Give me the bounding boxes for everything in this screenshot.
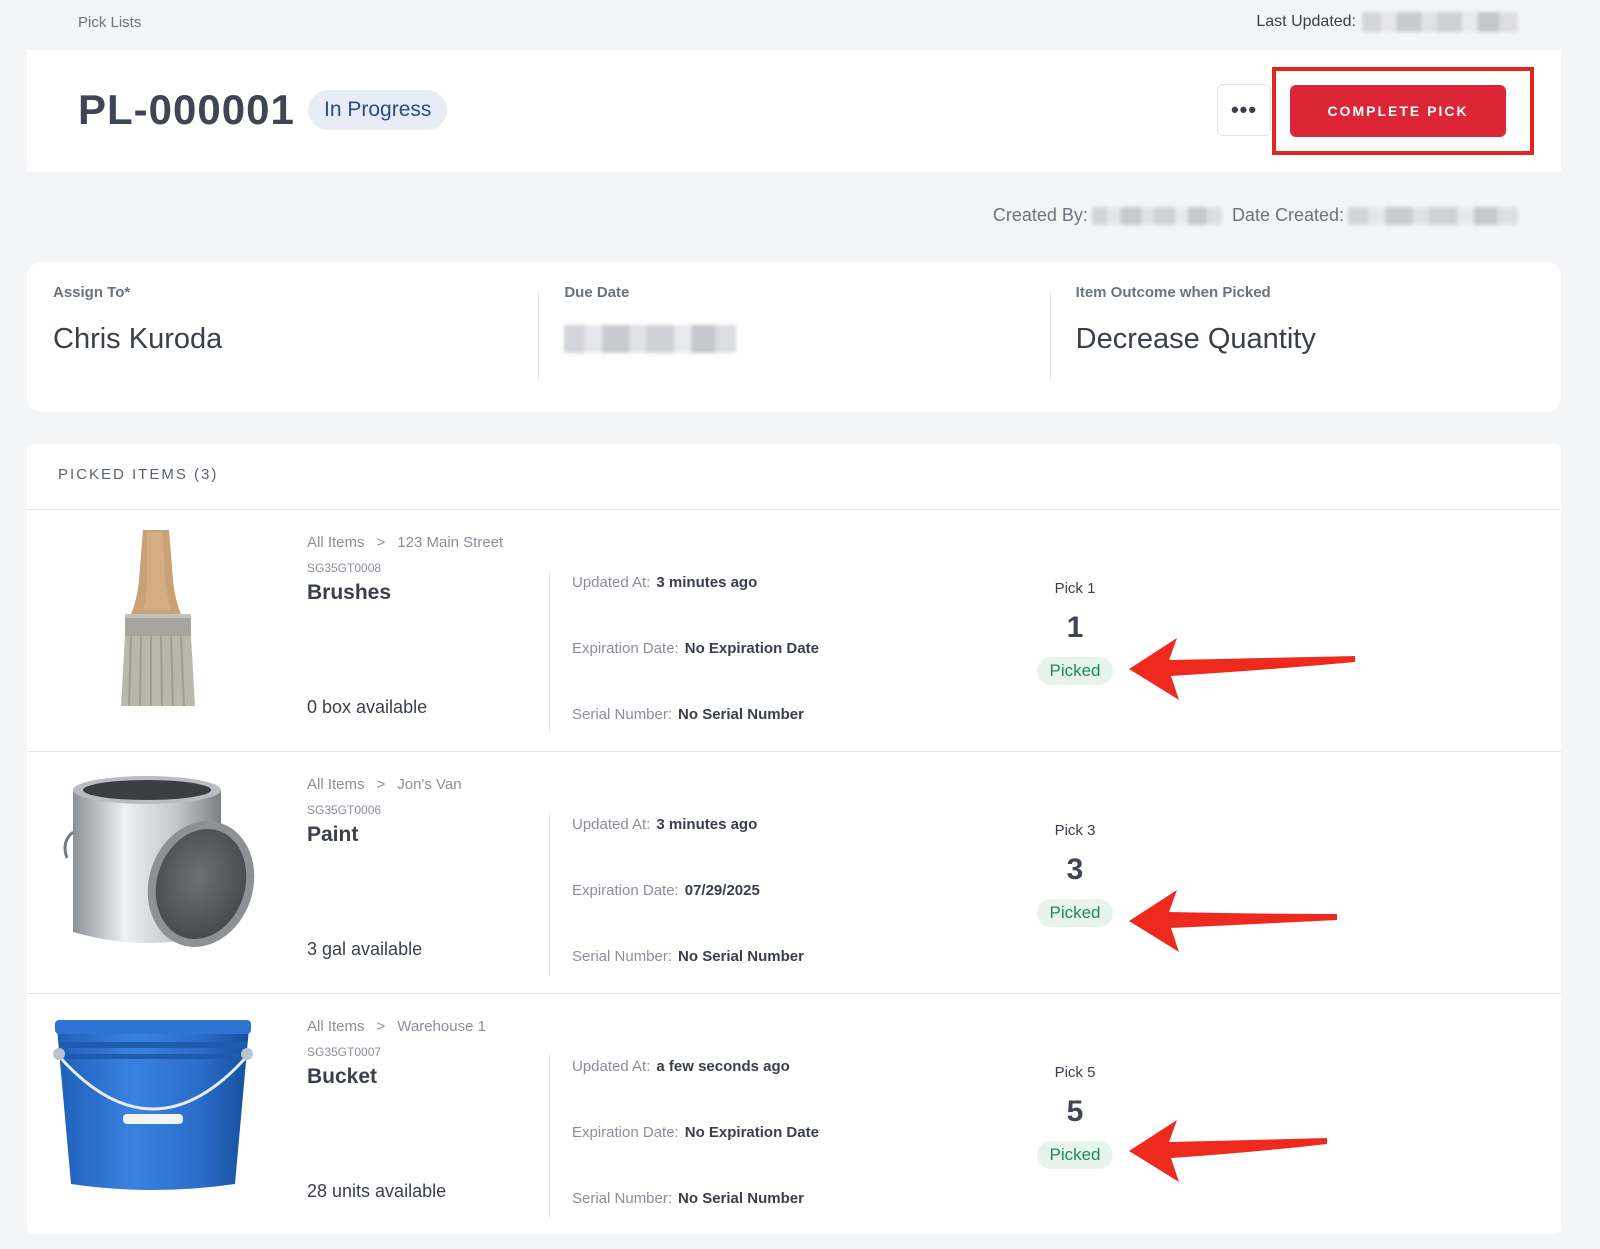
item-available: 0 box available	[307, 697, 428, 717]
crumb-location[interactable]: Warehouse 1	[397, 1018, 486, 1035]
item-breadcrumb: All Items > 123 Main Street	[307, 534, 547, 551]
item-info: All Items > 123 Main Street SG35GT0008 B…	[307, 534, 547, 724]
pick-quantity[interactable]: 3	[1037, 853, 1113, 887]
due-date-label: Due Date	[564, 284, 630, 301]
status-badge: In Progress	[308, 90, 448, 130]
item-name[interactable]: Paint	[307, 823, 547, 847]
picked-status-badge: Picked	[1037, 657, 1113, 685]
item-name[interactable]: Bucket	[307, 1065, 547, 1089]
expiration-date: Expiration Date: 07/29/2025	[572, 882, 760, 899]
red-arrow-icon	[1129, 890, 1337, 952]
crumb-location[interactable]: Jon's Van	[397, 776, 461, 793]
item-details: Updated At: 3 minutes ago Expiration Date…	[572, 574, 819, 772]
crumb-all-items[interactable]: All Items	[307, 1018, 365, 1035]
pick-block: Pick 5 5 Picked	[1037, 1064, 1113, 1169]
bucket-image	[51, 1014, 255, 1190]
item-available: 28 units available	[307, 1181, 447, 1201]
picked-status-badge: Picked	[1037, 1141, 1113, 1169]
last-updated-label: Last Updated:	[1256, 13, 1356, 30]
assign-to-label: Assign To*	[53, 284, 131, 301]
item-info: All Items > Jon's Van SG35GT0006 Paint 3…	[307, 776, 547, 966]
updated-at: Updated At: a few seconds ago	[572, 1058, 790, 1075]
pick-quantity[interactable]: 5	[1037, 1095, 1113, 1129]
paint-can-image	[51, 772, 255, 948]
item-name[interactable]: Brushes	[307, 581, 547, 605]
serial-number: Serial Number: No Serial Number	[572, 1190, 804, 1207]
item-divider	[549, 812, 550, 976]
updated-at: Updated At: 3 minutes ago	[572, 574, 758, 591]
date-created-label: Date Created:	[1231, 205, 1344, 225]
item-details: Updated At: 3 minutes ago Expiration Date…	[572, 816, 804, 1014]
red-arrow-icon	[1129, 1120, 1327, 1182]
last-updated-value-redacted	[1362, 12, 1518, 32]
page-title: PL-000001	[78, 86, 295, 133]
due-date-field[interactable]: Due Date	[538, 262, 1049, 412]
assign-to-field[interactable]: Assign To* Chris Kuroda	[27, 262, 538, 412]
header-card: PL-000001 In Progress ••• COMPLETE PICK	[27, 50, 1561, 172]
item-info: All Items > Warehouse 1 SG35GT0007 Bucke…	[307, 1018, 547, 1208]
more-options-button[interactable]: •••	[1217, 84, 1271, 136]
pick-label: Pick 1	[1054, 580, 1096, 597]
complete-pick-button[interactable]: COMPLETE PICK	[1290, 85, 1506, 137]
meta-line: Created By: Date Created:	[993, 205, 1518, 226]
expiration-date: Expiration Date: No Expiration Date	[572, 1124, 819, 1141]
list-item[interactable]: All Items > Warehouse 1 SG35GT0007 Bucke…	[27, 994, 1561, 1234]
paint-brush-image	[51, 530, 255, 706]
crumb-separator: >	[376, 534, 386, 551]
crumb-separator: >	[376, 776, 386, 793]
red-arrow-icon	[1129, 638, 1355, 700]
item-outcome-field[interactable]: Item Outcome when Picked Decrease Quanti…	[1049, 262, 1561, 412]
crumb-all-items[interactable]: All Items	[307, 534, 365, 551]
created-by-label: Created By:	[992, 205, 1088, 225]
pick-block: Pick 3 3 Picked	[1037, 822, 1113, 927]
assign-to-value: Chris Kuroda	[53, 323, 223, 355]
created-by-value-redacted	[1091, 206, 1222, 225]
picked-status-badge: Picked	[1037, 899, 1113, 927]
item-divider	[549, 570, 550, 734]
crumb-separator: >	[376, 1018, 386, 1035]
pick-quantity[interactable]: 1	[1037, 611, 1113, 645]
item-outcome-value: Decrease Quantity	[1075, 323, 1316, 355]
date-created-value-redacted	[1348, 206, 1518, 225]
breadcrumb[interactable]: Pick Lists	[78, 14, 141, 31]
pick-block: Pick 1 1 Picked	[1037, 580, 1113, 685]
item-breadcrumb: All Items > Jon's Van	[307, 776, 547, 793]
item-divider	[549, 1054, 550, 1218]
item-breadcrumb: All Items > Warehouse 1	[307, 1018, 547, 1035]
crumb-all-items[interactable]: All Items	[307, 776, 365, 793]
item-available: 3 gal available	[307, 939, 423, 959]
picked-items-heading: PICKED ITEMS (3)	[27, 444, 1561, 510]
item-details: Updated At: a few seconds ago Expiration …	[572, 1058, 819, 1234]
due-date-value-redacted	[564, 325, 737, 353]
list-item[interactable]: All Items > 123 Main Street SG35GT0008 B…	[27, 510, 1561, 752]
list-item[interactable]: All Items > Jon's Van SG35GT0006 Paint 3…	[27, 752, 1561, 994]
item-sku: SG35GT0008	[307, 561, 382, 575]
item-sku: SG35GT0006	[307, 803, 382, 817]
last-updated: Last Updated:	[1256, 12, 1518, 32]
pick-label: Pick 3	[1054, 822, 1096, 839]
pick-label: Pick 5	[1054, 1064, 1096, 1081]
updated-at: Updated At: 3 minutes ago	[572, 816, 758, 833]
crumb-location[interactable]: 123 Main Street	[397, 534, 503, 551]
fields-card: Assign To* Chris Kuroda Due Date Item Ou…	[27, 262, 1561, 412]
item-outcome-label: Item Outcome when Picked	[1075, 284, 1271, 301]
item-sku: SG35GT0007	[307, 1045, 382, 1059]
picked-items-card: PICKED ITEMS (3) All Items > 123 Main St…	[27, 444, 1561, 1234]
expiration-date: Expiration Date: No Expiration Date	[572, 640, 819, 657]
